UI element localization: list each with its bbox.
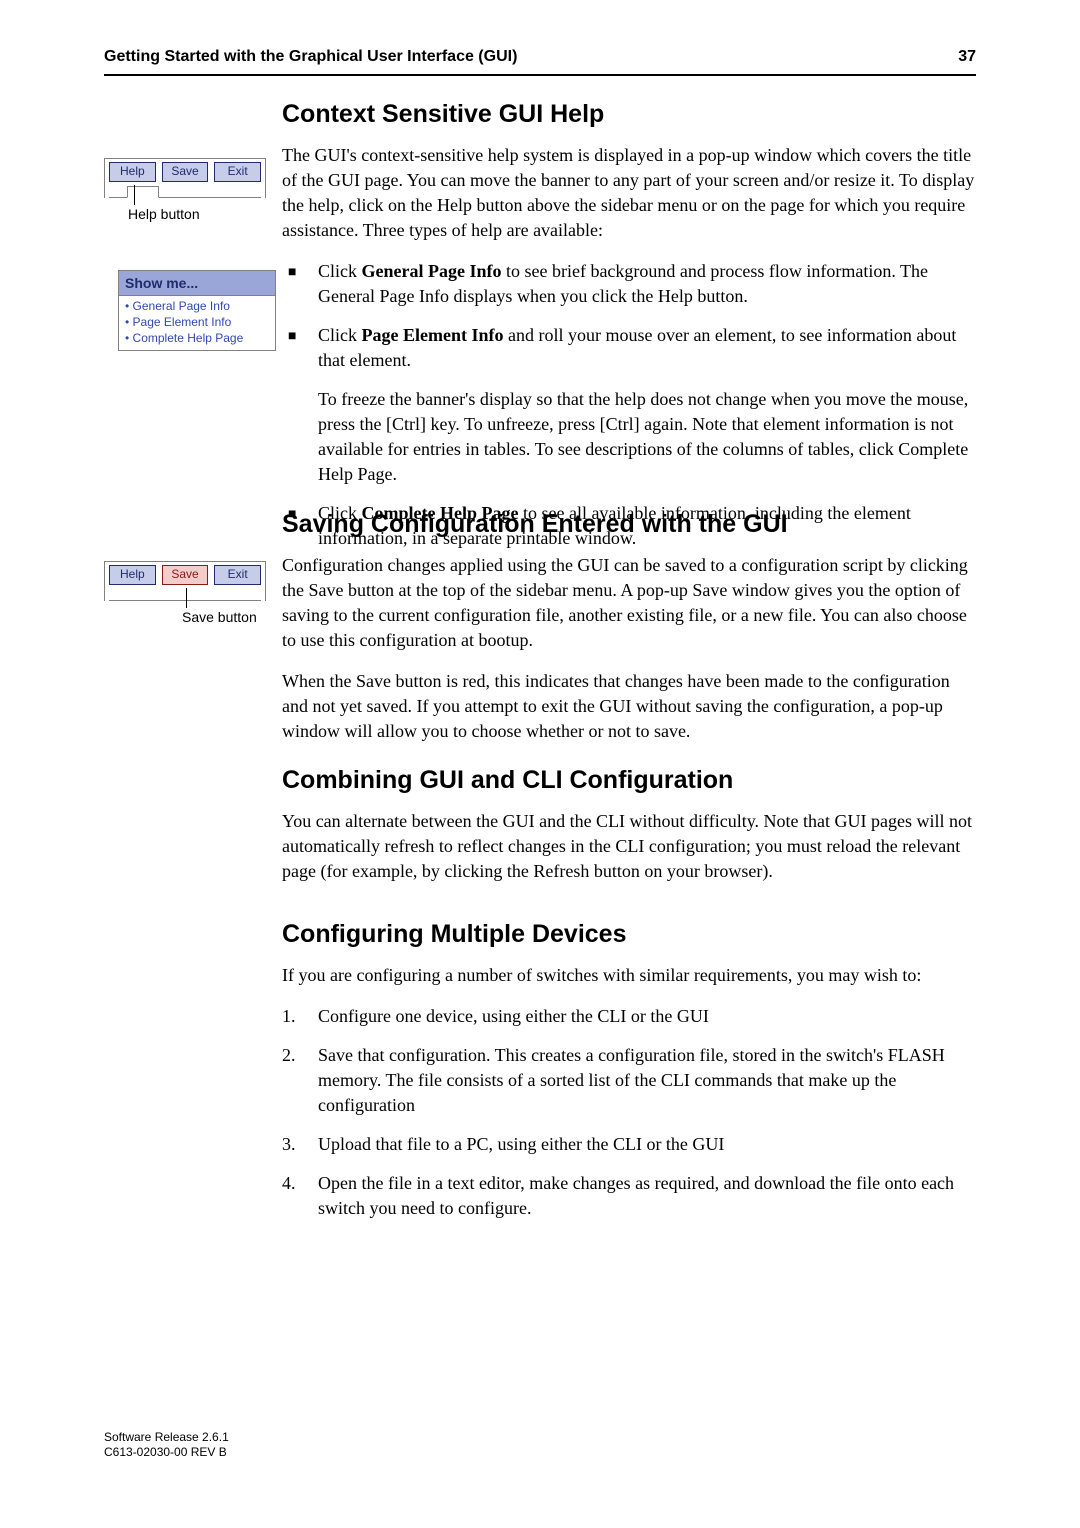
click-label: Click xyxy=(318,325,362,345)
section-saving-config: Saving Configuration Entered with the GU… xyxy=(282,510,976,760)
bullet-general-page-info: Click General Page Info to see brief bac… xyxy=(282,259,976,309)
step-text: Save that configuration. This creates a … xyxy=(318,1045,945,1115)
step-number: 4. xyxy=(282,1171,308,1196)
step-number: 2. xyxy=(282,1043,308,1068)
footer-docid: C613-02030-00 REV B xyxy=(104,1445,229,1460)
show-me-panel: Show me... General Page Info Page Elemen… xyxy=(118,270,276,351)
figure-save-buttons: Help Save Exit Save button xyxy=(104,561,266,601)
bold-general-page-info: General Page Info xyxy=(362,261,502,281)
para-combining: You can alternate between the GUI and th… xyxy=(282,809,976,884)
heading-combining: Combining GUI and CLI Configuration xyxy=(282,766,976,795)
save-button-red[interactable]: Save xyxy=(162,565,209,585)
click-label: Click xyxy=(318,261,362,281)
figure-show-me: Show me... General Page Info Page Elemen… xyxy=(118,270,280,351)
header-rule xyxy=(104,74,976,76)
step-2: 2. Save that configuration. This creates … xyxy=(282,1043,976,1118)
step-3: 3. Upload that file to a PC, using either… xyxy=(282,1132,976,1157)
footer-release: Software Release 2.6.1 xyxy=(104,1430,229,1445)
step-number: 1. xyxy=(282,1004,308,1029)
para-saving-2: When the Save button is red, this indica… xyxy=(282,669,976,744)
step-text: Upload that file to a PC, using either t… xyxy=(318,1134,724,1154)
heading-context-help: Context Sensitive GUI Help xyxy=(282,100,976,129)
para-multiple-intro: If you are configuring a number of switc… xyxy=(282,963,976,988)
tab-strip xyxy=(104,186,266,198)
exit-button[interactable]: Exit xyxy=(214,565,261,585)
callout-line xyxy=(134,185,135,205)
step-1: 1. Configure one device, using either the… xyxy=(282,1004,976,1029)
page-header: Getting Started with the Graphical User … xyxy=(104,48,976,66)
step-4: 4. Open the file in a text editor, make c… xyxy=(282,1171,976,1221)
page-footer: Software Release 2.6.1 C613-02030-00 REV… xyxy=(104,1430,229,1460)
bullet-page-element-info: Click Page Element Info and roll your mo… xyxy=(282,323,976,487)
step-text: Configure one device, using either the C… xyxy=(318,1006,709,1026)
show-me-title: Show me... xyxy=(119,271,275,296)
figure-help-buttons: Help Save Exit Help button xyxy=(104,158,266,198)
section-combining: Combining GUI and CLI Configuration You … xyxy=(282,766,976,900)
show-me-item-complete[interactable]: Complete Help Page xyxy=(119,330,275,346)
help-button[interactable]: Help xyxy=(109,162,156,182)
running-title: Getting Started with the Graphical User … xyxy=(104,48,517,66)
exit-button[interactable]: Exit xyxy=(214,162,261,182)
heading-multiple-devices: Configuring Multiple Devices xyxy=(282,920,976,949)
callout-line xyxy=(186,588,187,608)
sub-para-freeze: To freeze the banner's display so that t… xyxy=(318,387,976,487)
heading-saving-config: Saving Configuration Entered with the GU… xyxy=(282,510,976,539)
figure-caption: Save button xyxy=(182,609,257,625)
figure-caption: Help button xyxy=(128,206,200,222)
step-text: Open the file in a text editor, make cha… xyxy=(318,1173,954,1218)
step-number: 3. xyxy=(282,1132,308,1157)
button-row: Help Save Exit xyxy=(104,561,266,589)
bold-page-element-info: Page Element Info xyxy=(362,325,504,345)
tab-strip xyxy=(104,589,266,601)
show-me-item-general[interactable]: General Page Info xyxy=(119,298,275,314)
show-me-item-element[interactable]: Page Element Info xyxy=(119,314,275,330)
para-saving-1: Configuration changes applied using the … xyxy=(282,553,976,653)
save-button-neutral[interactable]: Save xyxy=(162,162,209,182)
section-multiple-devices: Configuring Multiple Devices If you are … xyxy=(282,920,976,1235)
section-context-help: Context Sensitive GUI Help The GUI's con… xyxy=(282,100,976,565)
para-context-intro: The GUI's context-sensitive help system … xyxy=(282,143,976,243)
help-button[interactable]: Help xyxy=(109,565,156,585)
page-number: 37 xyxy=(958,48,976,66)
button-row: Help Save Exit xyxy=(104,158,266,186)
